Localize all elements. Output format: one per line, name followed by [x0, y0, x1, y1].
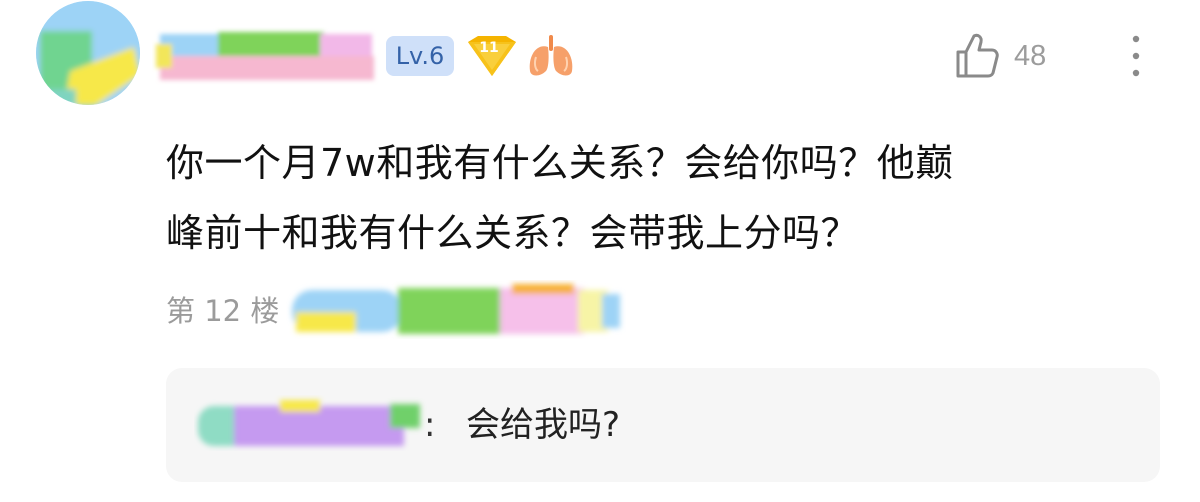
avatar-image	[36, 1, 140, 105]
floor-label: 第 12 楼	[166, 294, 280, 328]
reply-preview[interactable]: : 会给我吗?	[166, 368, 1160, 482]
gem-level-number: 11	[479, 40, 499, 56]
location-tag	[286, 280, 626, 342]
reply-colon: :	[424, 405, 436, 445]
like-button[interactable]: 48	[954, 28, 1046, 84]
thumbs-up-icon	[956, 33, 999, 78]
reply-username-blurred	[198, 400, 420, 446]
comment-line: 峰前十和我有什么关系？会带我上分吗？	[166, 211, 860, 255]
avatar[interactable]	[36, 1, 140, 105]
level-badge: Lv.6	[386, 36, 454, 76]
comment-line: 你一个月7w和我有什么关系？会给你吗？他巅	[166, 141, 954, 185]
location-blurred	[292, 284, 620, 334]
username-blurred	[156, 32, 374, 80]
more-vertical-icon[interactable]	[1130, 34, 1142, 78]
lung-icon	[529, 35, 573, 76]
reply-username[interactable]	[194, 394, 430, 456]
like-count: 48	[1014, 39, 1047, 72]
comment-text: 你一个月7w和我有什么关系？会给你吗？他巅 峰前十和我有什么关系？会带我上分吗？	[166, 128, 1166, 268]
username[interactable]	[152, 26, 392, 86]
reply-text: 会给我吗?	[466, 405, 621, 445]
